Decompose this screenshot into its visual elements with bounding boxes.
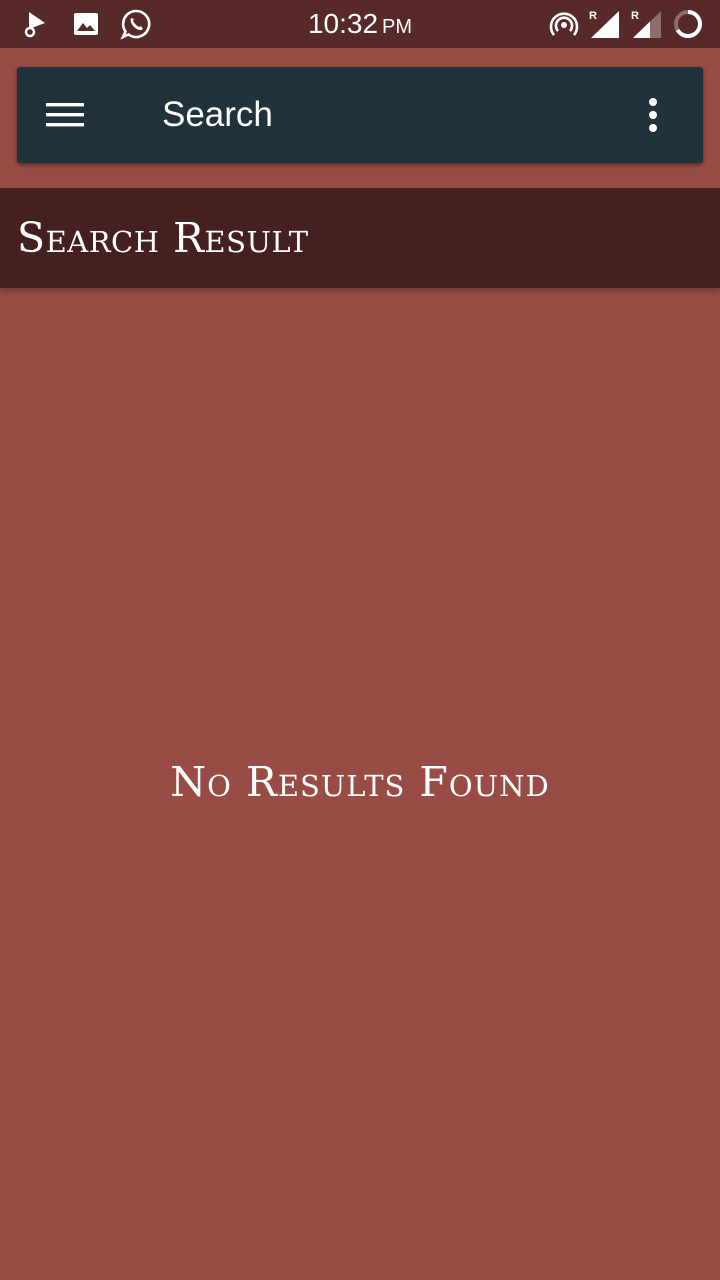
hotspot-icon <box>548 8 580 40</box>
more-vertical-icon <box>649 98 657 132</box>
signal-roaming-2-icon: R <box>630 8 664 40</box>
roaming-label-2: R <box>631 10 639 22</box>
app-toolbar: Search <box>17 67 703 163</box>
status-bar: 10:32 PM R R <box>0 0 720 48</box>
empty-state-message: No Results Found <box>170 758 550 806</box>
toolbar-title: Search <box>162 95 273 134</box>
clock-ampm: PM <box>382 16 413 38</box>
hamburger-menu-icon <box>46 103 84 127</box>
battery-charging-icon <box>672 8 704 40</box>
section-header: Search Result <box>0 188 720 288</box>
page-title: Search Result <box>17 214 309 262</box>
overflow-menu-button[interactable] <box>627 89 679 141</box>
signal-roaming-icon: R <box>588 8 622 40</box>
roaming-label: R <box>589 10 597 22</box>
menu-button[interactable] <box>37 87 93 143</box>
system-icons: R R <box>548 8 704 40</box>
clock-time: 10:32 <box>307 8 379 39</box>
